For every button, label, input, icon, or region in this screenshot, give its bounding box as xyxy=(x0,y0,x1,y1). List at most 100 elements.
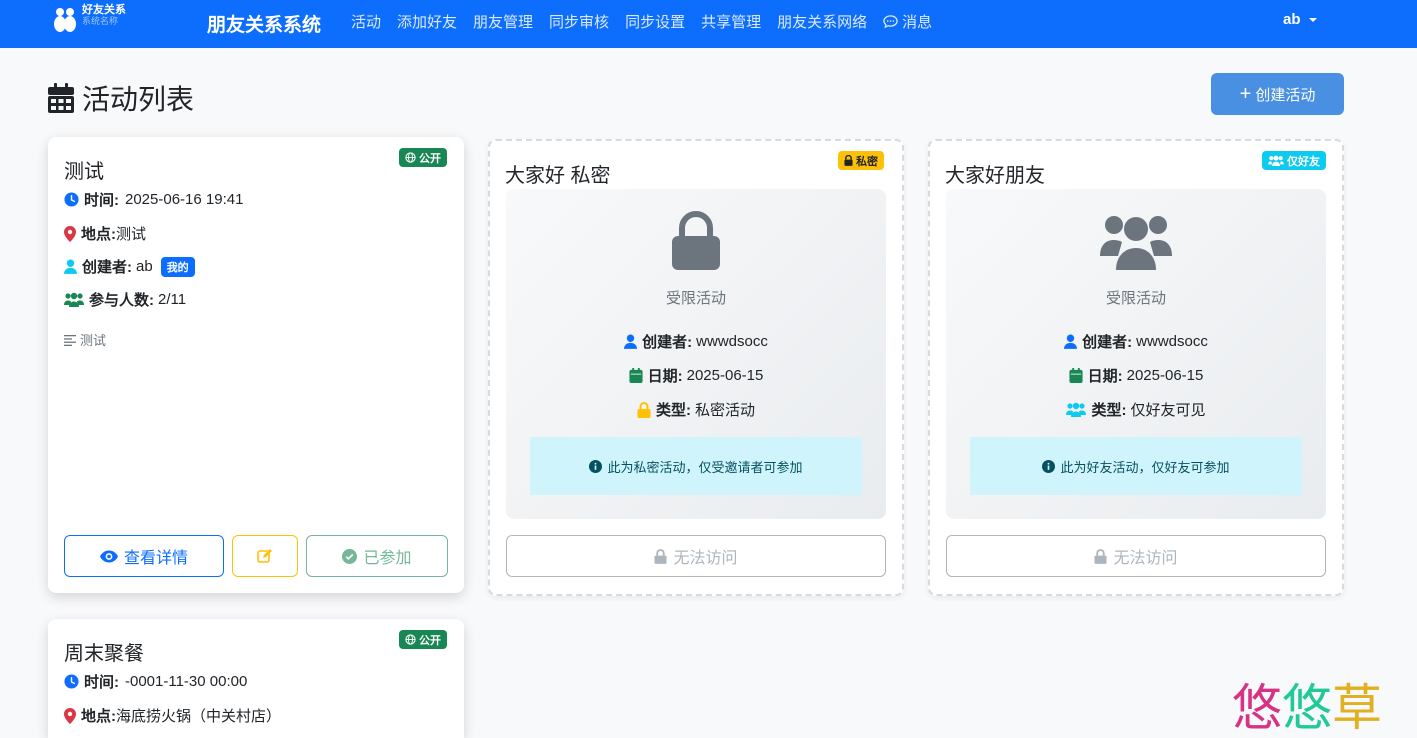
calendar-icon xyxy=(48,83,74,113)
text-lines-icon xyxy=(64,334,76,346)
user-menu[interactable]: ab xyxy=(1283,11,1317,28)
logo-title: 好友关系 xyxy=(82,4,126,16)
joined-label: 已参加 xyxy=(363,550,412,567)
watermark-char: 草 xyxy=(1332,679,1382,737)
user-name: ab xyxy=(1283,11,1301,28)
time-row: 时间: 2025-06-16 19:41 xyxy=(64,189,243,210)
restriction-notice: 此为私密活动，仅受邀请者可参加 xyxy=(530,437,862,495)
calendar-icon xyxy=(1069,368,1083,383)
edit-button[interactable] xyxy=(232,535,298,577)
chat-icon xyxy=(883,15,898,29)
brand-link[interactable]: 朋友关系系统 xyxy=(207,10,321,37)
navbar: 好友关系 系统名称 朋友关系系统 活动 添加好友 朋友管理 同步审核 同步设置 … xyxy=(0,0,1417,48)
no-access-button[interactable]: 无法访问 xyxy=(506,535,886,577)
nav-messages[interactable]: 消息 xyxy=(883,11,932,32)
view-details-button[interactable]: 查看详情 xyxy=(64,535,224,577)
creator-value: wwwdsocc xyxy=(696,333,768,350)
activity-card-private: 私密 大家好 私密 受限活动 创建者: wwwdsocc 日期: 2025-06… xyxy=(488,139,904,596)
card-title: 大家好朋友 xyxy=(945,165,1045,187)
users-icon xyxy=(1100,216,1172,270)
friends-only-badge: 仅好友 xyxy=(1262,151,1326,170)
creator-value: ab xyxy=(136,258,153,275)
creator-label: 创建者: xyxy=(82,259,132,276)
nav-sync-settings[interactable]: 同步设置 xyxy=(625,11,685,32)
nav-sync-review[interactable]: 同步审核 xyxy=(549,11,609,32)
description: 测试 xyxy=(64,330,106,349)
logo-icon xyxy=(52,5,78,33)
place-row: 地点: 海底捞火锅（中关村店） xyxy=(64,705,281,726)
creator-value: wwwdsocc xyxy=(1136,333,1208,350)
type-row: 类型: 仅好友可见 xyxy=(946,399,1326,420)
create-activity-button[interactable]: + 创建活动 xyxy=(1211,73,1344,115)
no-access-label: 无法访问 xyxy=(1113,550,1178,567)
creator-label: 创建者: xyxy=(642,334,693,351)
time-value: 2025-06-16 19:41 xyxy=(125,191,244,208)
logo[interactable]: 好友关系 系统名称 xyxy=(52,5,126,33)
user-icon xyxy=(1064,334,1078,349)
nav-activities[interactable]: 活动 xyxy=(351,11,381,32)
badge-label: 仅好友 xyxy=(1287,155,1320,168)
time-value: -0001-11-30 00:00 xyxy=(125,673,248,690)
joined-button[interactable]: 已参加 xyxy=(306,535,448,577)
restricted-panel: 受限活动 创建者: wwwdsocc 日期: 2025-06-15 类型: 私密… xyxy=(506,189,886,519)
type-value: 私密活动 xyxy=(694,402,755,419)
page-title-text: 活动列表 xyxy=(82,84,195,115)
page-title: 活动列表 xyxy=(48,78,194,118)
nav-add-friend[interactable]: 添加好友 xyxy=(397,11,457,32)
nav-links: 活动 添加好友 朋友管理 同步审核 同步设置 共享管理 朋友关系网络 消息 xyxy=(351,11,948,32)
users-icon xyxy=(64,292,84,307)
notice-text: 此为私密活动，仅受邀请者可参加 xyxy=(607,459,803,475)
globe-icon xyxy=(405,634,416,645)
time-label: 时间: xyxy=(84,192,119,209)
lock-icon xyxy=(1094,548,1108,564)
creator-row: 创建者: ab 我的 xyxy=(64,256,195,277)
info-icon xyxy=(1042,459,1056,473)
info-icon xyxy=(589,459,603,473)
map-pin-icon xyxy=(64,707,76,724)
restricted-label: 受限活动 xyxy=(1105,290,1166,307)
user-icon xyxy=(64,259,77,274)
card-title: 周末聚餐 xyxy=(64,643,144,665)
activity-card-friends: 仅好友 大家好朋友 受限活动 创建者: wwwdsocc 日期: 2025-06… xyxy=(928,139,1344,596)
activity-card: 公开 周末聚餐 时间: -0001-11-30 00:00 地点: 海底捞火锅（… xyxy=(48,619,464,738)
time-label: 时间: xyxy=(84,674,119,691)
type-label: 类型: xyxy=(1091,402,1127,419)
date-value: 2025-06-15 xyxy=(1126,367,1204,384)
place-row: 地点: 测试 xyxy=(64,223,146,244)
lock-icon xyxy=(672,211,720,270)
caret-down-icon xyxy=(1308,17,1317,22)
place-value: 测试 xyxy=(116,226,147,243)
nav-friend-manage[interactable]: 朋友管理 xyxy=(473,11,533,32)
create-activity-label: 创建活动 xyxy=(1255,86,1316,104)
description-text: 测试 xyxy=(80,333,107,348)
restriction-notice: 此为好友活动，仅好友可参加 xyxy=(970,437,1302,495)
creator-row: 创建者: wwwdsocc xyxy=(506,331,886,352)
user-icon xyxy=(624,334,638,349)
date-row: 日期: 2025-06-15 xyxy=(506,365,886,386)
date-label: 日期: xyxy=(1087,368,1123,385)
badge-label: 公开 xyxy=(419,152,441,165)
place-label: 地点: xyxy=(81,226,116,243)
date-value: 2025-06-15 xyxy=(686,367,764,384)
nav-share-manage[interactable]: 共享管理 xyxy=(701,11,761,32)
type-row: 类型: 私密活动 xyxy=(506,399,886,420)
badge-label: 公开 xyxy=(419,634,441,647)
no-access-button[interactable]: 无法访问 xyxy=(946,535,1326,577)
users-icon xyxy=(1268,155,1284,166)
public-badge: 公开 xyxy=(399,148,447,167)
creator-row: 创建者: wwwdsocc xyxy=(946,331,1326,352)
lock-icon xyxy=(844,155,853,166)
creator-label: 创建者: xyxy=(1082,334,1133,351)
mine-badge: 我的 xyxy=(160,256,195,277)
date-label: 日期: xyxy=(647,368,683,385)
logo-subtitle: 系统名称 xyxy=(82,16,119,26)
card-title: 测试 xyxy=(64,161,104,183)
restricted-label: 受限活动 xyxy=(665,290,726,307)
date-row: 日期: 2025-06-15 xyxy=(946,365,1326,386)
nav-friend-network[interactable]: 朋友关系网络 xyxy=(777,11,867,32)
participants-value: 2/11 xyxy=(158,291,187,308)
plus-icon: + xyxy=(1239,83,1252,105)
lock-icon xyxy=(637,401,651,418)
edit-icon xyxy=(257,549,272,563)
private-badge: 私密 xyxy=(838,151,884,170)
